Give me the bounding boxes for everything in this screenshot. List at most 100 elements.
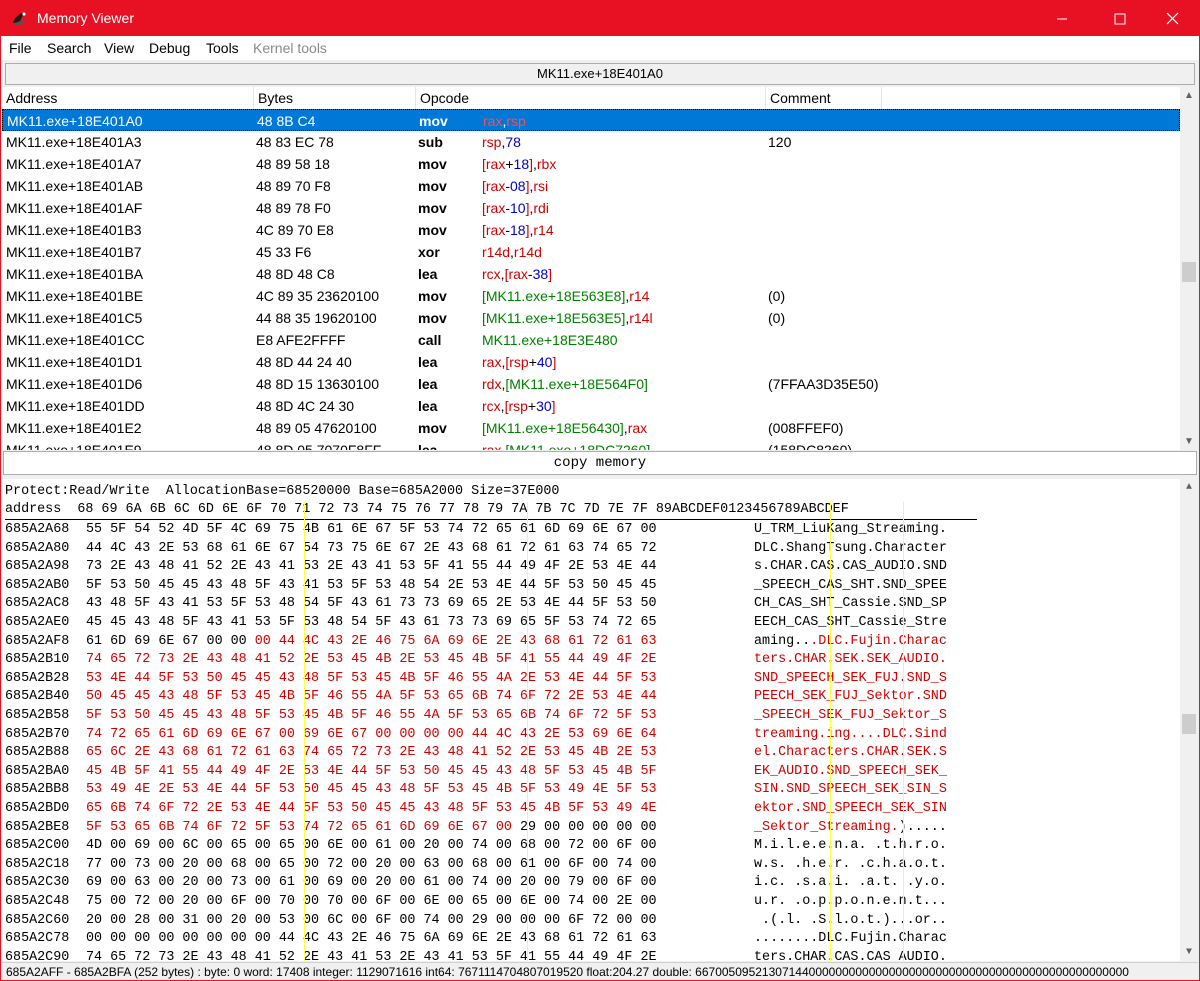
scroll-down-icon[interactable]: ▼ — [1180, 433, 1198, 450]
operand-token: r14d — [482, 244, 511, 260]
scroll-up-icon[interactable]: ▲ — [1180, 479, 1198, 496]
row-operands: rax,[MK11.exe+18DC7260] — [482, 439, 650, 450]
row-bytes: 48 89 70 F8 — [256, 178, 331, 194]
title-bar[interactable]: Memory Viewer — [1, 1, 1199, 36]
hex-bytes: 74 65 72 73 2E 43 48 41 52 2E 43 41 53 2… — [86, 949, 657, 961]
hex-address: 685A2B10 — [5, 652, 70, 668]
menu-kernel-tools[interactable]: Kernel tools — [253, 40, 327, 56]
operand-token: MK11.exe+18E3E480 — [482, 332, 618, 348]
scroll-up-icon[interactable]: ▲ — [1180, 87, 1198, 104]
column-header-bytes[interactable]: Bytes — [254, 87, 416, 109]
hex-bytes: 55 5F 54 52 4D 5F 4C 69 75 4B 61 6E 67 5… — [86, 522, 657, 537]
row-opcode: lea — [418, 376, 438, 392]
hex-ascii: ektor.SND_SPEECH_SEK_SIN — [754, 801, 947, 816]
disassembly-row[interactable]: MK11.exe+18E401E2 48 89 05 47620100 mov [MK… — [2, 417, 1180, 439]
disassembly-row[interactable]: MK11.exe+18E401AF 48 89 78 F0 mov [rax-10],… — [2, 197, 1180, 219]
operand-token: ] — [552, 354, 557, 370]
hex-bytes: 43 48 5F 43 41 53 5F 53 48 54 5F 43 61 7… — [86, 596, 657, 612]
hex-view-panel[interactable]: Protect:Read/Write AllocationBase=685200… — [2, 479, 1198, 961]
row-bytes: 4C 89 35 23620100 — [256, 288, 379, 304]
row-address: MK11.exe+18E401BE — [6, 288, 144, 304]
hex-ascii: s.CHAR.CAS.CAS_AUDIO.SND — [754, 559, 947, 575]
close-icon — [1166, 12, 1178, 25]
disassembly-row[interactable]: MK11.exe+18E401DD 48 8D 4C 24 30 lea rcx,[r… — [2, 395, 1180, 417]
disassembly-row[interactable]: MK11.exe+18E401C5 44 88 35 19620100 mov [MK… — [2, 307, 1180, 329]
operand-token: r14 — [629, 288, 650, 304]
hex-ascii: ........DLC.Fujin.Charac — [754, 931, 947, 947]
column-header-opcode[interactable]: Opcode — [416, 87, 766, 109]
disassembly-row[interactable]: MK11.exe+18E401B3 4C 89 70 E8 mov [rax-18],… — [2, 219, 1180, 241]
row-address: MK11.exe+18E401AB — [6, 178, 144, 194]
row-address: MK11.exe+18E401CC — [6, 332, 145, 348]
hex-ascii: treaming.ing....DLC.Sind — [754, 726, 947, 742]
row-bytes: 48 89 58 18 — [256, 156, 330, 172]
row-operands: [MK11.exe+18E56430],rax — [482, 417, 647, 439]
row-operands: [rax-08],rsi — [482, 175, 548, 197]
operand-token: rax — [485, 200, 506, 216]
hex-ascii: _SPEECH_CAS_SHT.SND_SPEE — [754, 577, 947, 593]
disassembly-row[interactable]: MK11.exe+18E401CC E8 AFE2FFFF call MK11.exe… — [2, 329, 1180, 351]
hex-bytes: 75 00 72 00 20 00 6F 00 70 00 70 00 6F 0… — [86, 894, 657, 909]
copy-memory-button[interactable]: copy memory — [3, 451, 1197, 475]
row-operands: [MK11.exe+18E563E8],r14 — [482, 285, 649, 307]
close-button[interactable] — [1149, 1, 1195, 36]
operand-token: rax — [485, 178, 506, 194]
disassembler-panel[interactable]: Address Bytes Opcode Comment MK11.exe+18… — [2, 87, 1198, 450]
row-operands: MK11.exe+18E3E480 — [482, 329, 618, 351]
disassembly-row[interactable]: MK11.exe+18E401A7 48 89 58 18 mov [rax+18],… — [2, 153, 1180, 175]
hex-bytes: 45 45 43 48 5F 43 41 53 5F 53 48 54 5F 4… — [86, 615, 657, 630]
disassembly-row[interactable]: MK11.exe+18E401BE 4C 89 35 23620100 mov [MK… — [2, 285, 1180, 307]
disassembly-row[interactable]: MK11.exe+18E401AB 48 89 70 F8 mov [rax-08],… — [2, 175, 1180, 197]
menu-search[interactable]: Search — [47, 40, 91, 56]
hex-bytes: 65 6C 2E 43 68 61 72 61 63 74 65 72 73 2… — [86, 745, 657, 761]
row-bytes: 48 8D 4C 24 30 — [256, 398, 355, 414]
column-header-address[interactable]: Address — [2, 87, 254, 109]
address-bar[interactable]: MK11.exe+18E401A0 — [5, 63, 1195, 85]
row-opcode: mov — [418, 310, 447, 326]
disassembler-header: Address Bytes Opcode Comment — [2, 87, 1180, 109]
row-opcode: mov — [418, 156, 447, 172]
row-comment: 120 — [768, 134, 792, 150]
window-title: Memory Viewer — [37, 10, 134, 26]
operand-token: rsp — [509, 354, 529, 370]
hex-ascii: u.r. .o.p.p.o.n.e.n.t... — [754, 894, 947, 909]
operand-token: rax — [483, 113, 503, 129]
operand-token: rsp — [506, 113, 526, 129]
operand-token: 18 — [510, 222, 526, 238]
disassembly-row[interactable]: MK11.exe+18E401A0 48 8B C4 mov rax,rsp — [2, 109, 1180, 131]
operand-token: 18 — [513, 156, 530, 172]
menu-view[interactable]: View — [104, 40, 134, 56]
maximize-button[interactable] — [1097, 1, 1143, 36]
disassembly-row[interactable]: MK11.exe+18E401E9 48 8D 05 7070F8FF lea rax… — [2, 439, 1180, 450]
menu-debug[interactable]: Debug — [149, 40, 190, 56]
minimize-button[interactable] — [1039, 1, 1085, 36]
hex-address: 685A2C30 — [5, 875, 70, 891]
row-opcode: lea — [418, 398, 438, 414]
hex-ascii: .(.l. .S.l.o.t.)...or.. — [754, 912, 947, 928]
scroll-down-icon[interactable]: ▼ — [1180, 944, 1198, 961]
disassembly-row[interactable]: MK11.exe+18E401D1 48 8D 44 24 40 lea rax,[r… — [2, 351, 1180, 373]
minimize-icon — [1057, 18, 1067, 19]
operand-token: [MK11.exe+18E563E5] — [482, 310, 626, 326]
hex-address: 685A2AC8 — [5, 596, 70, 612]
column-header-comment[interactable]: Comment — [766, 87, 882, 109]
hex-bytes: 74 72 65 61 6D 69 6E 67 00 69 6E 67 00 0… — [86, 726, 657, 742]
scrollbar-thumb[interactable] — [1182, 714, 1196, 734]
row-opcode: mov — [419, 113, 448, 129]
hex-ascii: w.s. .h.e.r. .c.h.a.o.t. — [754, 856, 947, 872]
disassembly-row[interactable]: MK11.exe+18E401D6 48 8D 15 13630100 lea rdx… — [2, 373, 1180, 395]
disassembly-row[interactable]: MK11.exe+18E401A3 48 83 EC 78 sub rsp,78 120 — [2, 131, 1180, 153]
menu-tools[interactable]: Tools — [206, 40, 239, 56]
hex-ascii: _Sektor_Streaming.)..... — [754, 819, 947, 835]
scrollbar-thumb[interactable] — [1182, 262, 1196, 282]
disassembler-scrollbar[interactable]: ▲ ▼ — [1180, 87, 1198, 450]
menu-file[interactable]: File — [9, 40, 32, 56]
hex-scrollbar[interactable]: ▲ ▼ — [1180, 479, 1198, 961]
operand-token: rcx — [482, 398, 501, 414]
disassembly-row[interactable]: MK11.exe+18E401BA 48 8D 48 C8 lea rcx,[rax-… — [2, 263, 1180, 285]
disassembly-row[interactable]: MK11.exe+18E401B7 45 33 F6 xor r14d,r14d — [2, 241, 1180, 263]
operand-token: 38 — [532, 266, 549, 282]
operand-token: ] — [548, 266, 553, 282]
operand-token: 30 — [536, 398, 552, 414]
hex-bytes: 4D 00 69 00 6C 00 65 00 65 00 6E 00 61 0… — [86, 838, 657, 854]
